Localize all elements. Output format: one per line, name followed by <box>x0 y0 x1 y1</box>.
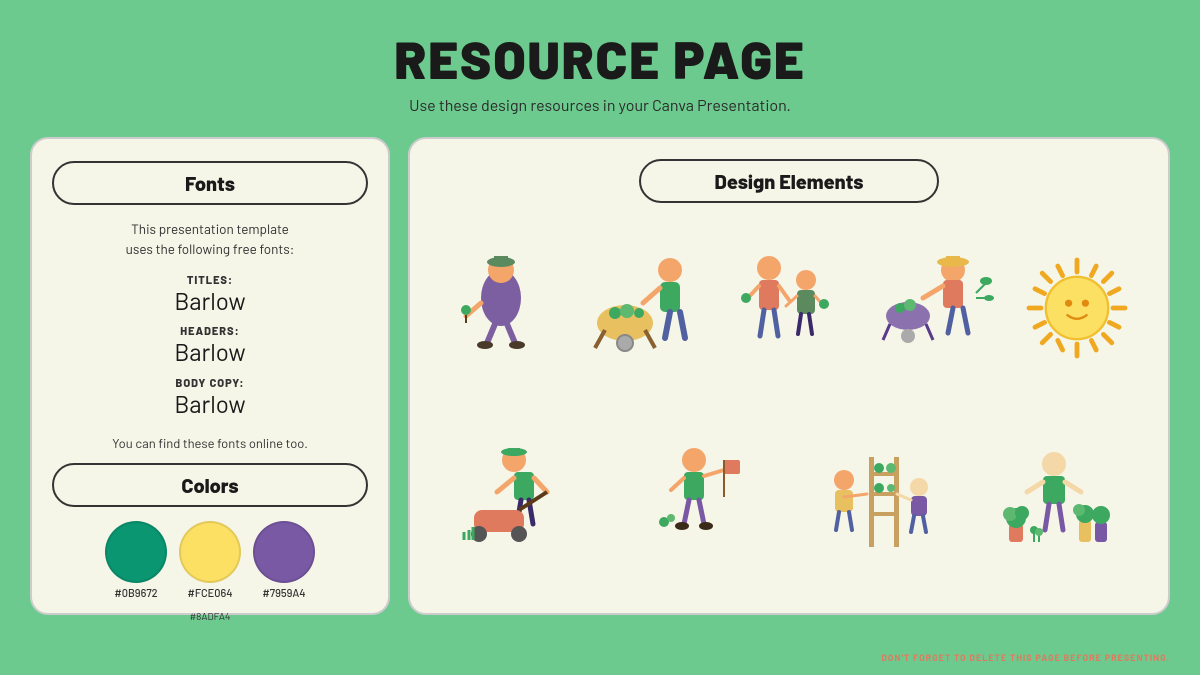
titles-font-name: Barlow <box>52 287 368 316</box>
left-panel: Fonts This presentation template uses th… <box>30 137 390 615</box>
illus-person-planting <box>434 217 568 399</box>
body-font-entry: BODY COPY: Barlow <box>52 377 368 419</box>
illus-adult-child <box>722 217 856 399</box>
color-swatch-yellow: #FCE064 <box>179 521 241 600</box>
footer-note: DON'T FORGET TO DELETE THIS PAGE BEFORE … <box>881 652 1170 663</box>
headers-font-entry: HEADERS: Barlow <box>52 325 368 367</box>
illustrations-grid <box>434 217 1144 593</box>
illus-wheelbarrow <box>578 217 712 399</box>
color-hex-yellow: #FCE064 <box>187 587 232 600</box>
fonts-description: This presentation template uses the foll… <box>52 219 368 260</box>
page-subtitle: Use these design resources in your Canva… <box>0 96 1200 115</box>
headers-font-name: Barlow <box>52 338 368 367</box>
illus-person-wheelbarrow2 <box>866 217 1000 399</box>
color-circle-green <box>105 521 167 583</box>
design-elements-header: Design Elements <box>639 159 939 203</box>
fonts-online-text: You can find these fonts online too. <box>52 435 368 451</box>
illustrations-row-1 <box>434 217 1144 399</box>
color-extra-labels: #8ADFA4 <box>52 610 368 622</box>
color-circle-purple <box>253 521 315 583</box>
body-font-name: Barlow <box>52 390 368 419</box>
titles-font-entry: TITLES: Barlow <box>52 274 368 316</box>
illus-ladder-group <box>794 411 964 593</box>
illus-mower <box>434 411 604 593</box>
colors-header: Colors <box>52 463 368 507</box>
illustrations-row-2 <box>434 411 1144 593</box>
right-panel: Design Elements <box>408 137 1170 615</box>
main-content: Fonts This presentation template uses th… <box>0 121 1200 631</box>
color-hex-purple: #7959A4 <box>262 587 305 600</box>
illus-flag-person <box>614 411 784 593</box>
fonts-header: Fonts <box>52 161 368 205</box>
color-swatch-purple: #7959A4 <box>253 521 315 600</box>
color-hex-green: #0B9672 <box>114 587 157 600</box>
page-header: RESOURCE PAGE Use these design resources… <box>0 0 1200 121</box>
color-circle-yellow <box>179 521 241 583</box>
color-swatch-green: #0B9672 <box>105 521 167 600</box>
illus-houseplants <box>974 411 1144 593</box>
illus-sun <box>1010 217 1144 399</box>
color-label-bg: #8ADFA4 <box>190 610 231 622</box>
page-title: RESOURCE PAGE <box>0 28 1200 90</box>
color-swatches: #0B9672 #FCE064 #7959A4 <box>52 521 368 600</box>
titles-label: TITLES: <box>52 274 368 287</box>
